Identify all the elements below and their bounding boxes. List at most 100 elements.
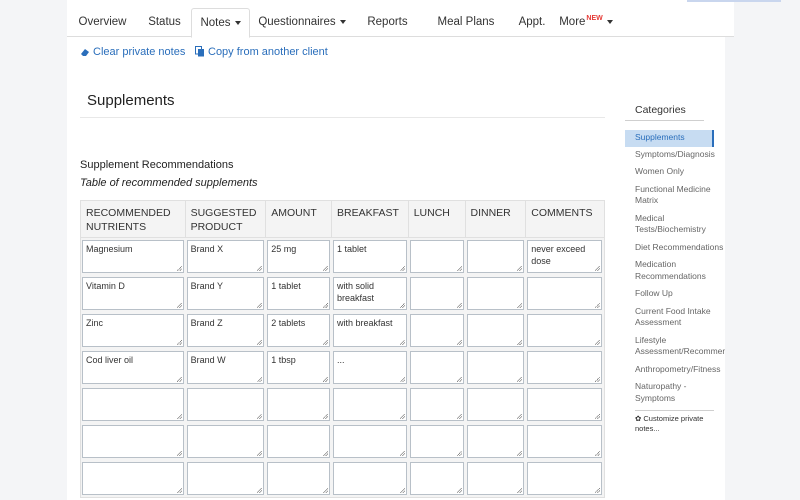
cell-textarea[interactable]: Cod liver oil (82, 351, 184, 384)
cell-textarea[interactable] (527, 277, 602, 310)
cell-textarea[interactable] (82, 462, 184, 495)
cell-textarea[interactable] (82, 425, 184, 458)
category-item[interactable]: Follow Up (625, 286, 725, 304)
tab-notes[interactable]: Notes (191, 8, 250, 38)
table-cell (81, 423, 186, 460)
copy-from-client-link[interactable]: Copy from another client (195, 46, 328, 58)
cell-textarea[interactable]: Vitamin D (82, 277, 184, 310)
cell-textarea[interactable] (466, 314, 525, 347)
caret-down-icon (339, 19, 346, 24)
category-item[interactable]: Anthropometry/Fitness (625, 362, 725, 380)
cell-textarea[interactable] (267, 425, 331, 458)
cell-textarea[interactable] (186, 462, 265, 495)
table-cell (409, 275, 466, 312)
table-row (81, 386, 604, 423)
cell-textarea[interactable]: never exceed dose (527, 240, 602, 273)
tab-label: Appt. (518, 16, 546, 28)
cell-textarea[interactable]: ... (333, 351, 407, 384)
new-badge: NEW (586, 15, 603, 22)
cell-textarea[interactable]: 1 tablet (333, 240, 407, 273)
tab-more[interactable]: MoreNEW (553, 8, 619, 37)
table-cell (526, 423, 604, 460)
cell-textarea[interactable]: 1 tablet (267, 277, 331, 310)
table-cell (266, 460, 332, 497)
column-header: SUGGESTED PRODUCT (186, 201, 267, 237)
cell-textarea[interactable]: Brand Y (186, 277, 265, 310)
cell-textarea[interactable] (466, 388, 525, 421)
cell-textarea[interactable] (527, 462, 602, 495)
cell-textarea[interactable]: 2 tablets (267, 314, 331, 347)
cell-textarea[interactable]: Brand Z (186, 314, 265, 347)
table-cell: 2 tablets (266, 312, 332, 349)
cell-textarea[interactable] (466, 351, 525, 384)
cell-textarea[interactable] (409, 351, 464, 384)
cell-textarea[interactable]: Brand W (186, 351, 265, 384)
category-item[interactable]: Medication Recommendations (625, 257, 725, 286)
cell-textarea[interactable]: 25 mg (267, 240, 331, 273)
tab-appt[interactable]: Appt. (511, 8, 553, 37)
cell-textarea[interactable] (267, 462, 331, 495)
category-item[interactable]: Diet Recommendations (625, 240, 725, 258)
table-cell (81, 386, 186, 423)
cell-textarea[interactable]: Magnesium (82, 240, 184, 273)
cell-textarea[interactable] (409, 240, 464, 273)
notes-page: Overview Status Notes Questionnaires Reports… (67, 0, 781, 500)
category-item[interactable]: Women Only (625, 164, 725, 182)
tab-overview[interactable]: Overview (67, 8, 138, 37)
cell-textarea[interactable] (409, 462, 464, 495)
table-cell: Magnesium (81, 238, 186, 275)
table-cell (409, 423, 466, 460)
cell-textarea[interactable] (409, 314, 464, 347)
category-item[interactable]: Medical Tests/Biochemistry (625, 211, 725, 240)
clear-private-notes-link[interactable]: Clear private notes (80, 46, 185, 58)
category-item[interactable]: Supplements (625, 130, 714, 147)
cell-textarea[interactable] (333, 425, 407, 458)
table-cell (526, 460, 604, 497)
category-item[interactable]: Naturopathy - Symptoms (625, 379, 725, 408)
tab-status[interactable]: Status (138, 8, 191, 37)
tab-label: More (559, 16, 586, 28)
table-cell: Brand Y (186, 275, 267, 312)
cell-textarea[interactable]: Zinc (82, 314, 184, 347)
table-cell: 1 tablet (266, 275, 332, 312)
cell-textarea[interactable] (409, 425, 464, 458)
tab-label: Questionnaires (258, 16, 336, 28)
cell-textarea[interactable] (527, 314, 602, 347)
category-item[interactable]: Symptoms/Diagnosis (625, 147, 725, 165)
table-cell: with breakfast (332, 312, 409, 349)
cell-textarea[interactable] (333, 388, 407, 421)
cell-textarea[interactable] (186, 388, 265, 421)
category-item[interactable]: Lifestyle Assessment/Recommendations (625, 333, 725, 362)
table-header-row: RECOMMENDED NUTRIENTS SUGGESTED PRODUCT AM… (81, 201, 604, 238)
tab-questionnaires[interactable]: Questionnaires (250, 8, 354, 37)
cell-textarea[interactable] (527, 351, 602, 384)
table-title: Supplement Recommendations (80, 159, 234, 171)
cell-textarea[interactable]: with solid breakfast (333, 277, 407, 310)
cell-textarea[interactable] (186, 425, 265, 458)
cell-textarea[interactable] (409, 277, 464, 310)
tab-label: Meal Plans (437, 16, 495, 28)
cell-textarea[interactable] (267, 388, 331, 421)
tab-meal-plans[interactable]: Meal Plans (421, 8, 511, 37)
categories-sidebar: Categories Supplements Symptoms/Diagnosis… (625, 104, 725, 434)
cell-textarea[interactable] (333, 462, 407, 495)
cell-textarea[interactable] (409, 388, 464, 421)
table-cell: ... (332, 349, 409, 386)
cell-textarea[interactable] (527, 425, 602, 458)
column-header: RECOMMENDED NUTRIENTS (81, 201, 186, 237)
table-cell (526, 386, 604, 423)
table-row: Cod liver oil Brand W1 tbsp... (81, 349, 604, 386)
cell-textarea[interactable] (527, 388, 602, 421)
category-item[interactable]: Current Food Intake Assessment (625, 304, 725, 333)
customize-private-notes-link[interactable]: ✿ Customize private notes... (625, 414, 725, 434)
cell-textarea[interactable]: with breakfast (333, 314, 407, 347)
cell-textarea[interactable] (466, 240, 525, 273)
cell-textarea[interactable]: 1 tbsp (267, 351, 331, 384)
cell-textarea[interactable] (466, 277, 525, 310)
cell-textarea[interactable] (466, 425, 525, 458)
cell-textarea[interactable] (466, 462, 525, 495)
cell-textarea[interactable] (82, 388, 184, 421)
category-item[interactable]: Functional Medicine Matrix (625, 182, 725, 211)
cell-textarea[interactable]: Brand X (186, 240, 265, 273)
tab-reports[interactable]: Reports (354, 8, 421, 37)
